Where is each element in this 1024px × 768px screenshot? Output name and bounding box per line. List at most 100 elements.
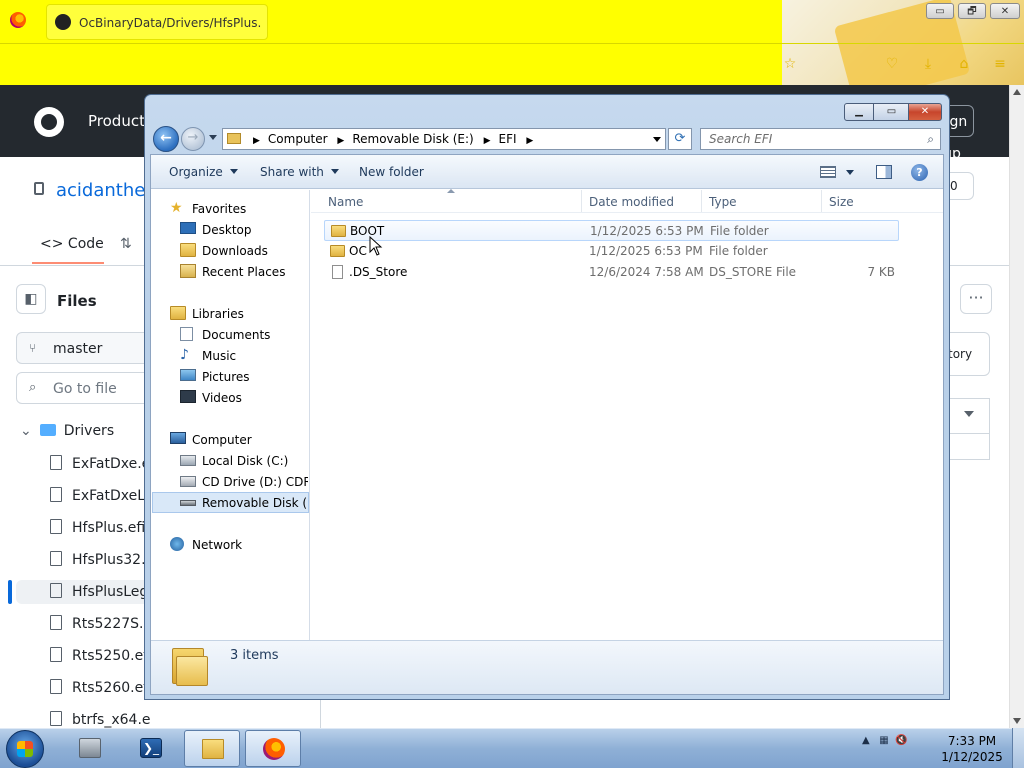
github-logo-icon[interactable] <box>34 107 64 137</box>
file-row[interactable]: OC 1/12/2025 6:53 PM File folder <box>324 241 899 262</box>
scroll-down-icon[interactable] <box>1013 718 1021 724</box>
column-header-name[interactable]: Name <box>328 195 363 209</box>
file-row[interactable]: .DS_Store 12/6/2024 7:58 AM DS_STORE Fil… <box>324 262 899 283</box>
browser-minimize-button[interactable]: ▭ <box>926 3 954 19</box>
taskbar-explorer[interactable] <box>184 730 240 767</box>
nav-removable-disk-e[interactable]: Removable Disk (E:) <box>180 493 308 513</box>
nav-desktop[interactable]: Desktop <box>180 220 308 240</box>
sidebar-toggle-icon[interactable]: ◧ <box>16 284 46 314</box>
tree-file-label: Rts5227S.efi <box>72 616 150 632</box>
nav-videos[interactable]: Videos <box>180 388 308 408</box>
column-header-date[interactable]: Date modified <box>589 195 674 209</box>
organize-button[interactable]: Organize <box>169 165 238 179</box>
start-button[interactable] <box>6 730 44 768</box>
search-icon: ⌕ <box>29 380 37 395</box>
nav-cd-drive-d[interactable]: CD Drive (D:) CDROM <box>180 472 308 492</box>
forward-button[interactable]: → <box>181 127 205 151</box>
column-header-size[interactable]: Size <box>829 195 854 209</box>
nav-network[interactable]: Network <box>170 535 310 555</box>
breadcrumb-removable-disk[interactable]: Removable Disk (E:) <box>352 132 473 146</box>
breadcrumb-separator-icon[interactable]: ▶ <box>526 136 533 146</box>
breadcrumb-separator-icon[interactable]: ▶ <box>337 136 344 146</box>
tree-file[interactable]: HfsPlus.efi <box>50 519 150 536</box>
breadcrumb-computer[interactable]: Computer <box>268 132 328 146</box>
bookmark-star-icon[interactable]: ☆ <box>782 56 798 72</box>
preview-pane-icon[interactable] <box>876 165 892 179</box>
extensions-icon[interactable]: ⌂ <box>956 56 972 72</box>
tree-file[interactable]: btrfs_x64.efi <box>50 711 150 728</box>
new-folder-button[interactable]: New folder <box>359 165 424 179</box>
show-desktop-button[interactable] <box>1012 728 1024 768</box>
browser-tab[interactable]: OcBinaryData/Drivers/HfsPlus. <box>46 4 268 40</box>
tree-file[interactable]: ExFatDxeLeg <box>50 487 150 504</box>
pocket-icon[interactable]: ♡ <box>884 56 900 72</box>
tree-file[interactable]: HfsPlusLega <box>50 583 150 600</box>
nav-libraries[interactable]: Libraries <box>170 304 310 324</box>
breadcrumb-separator-icon[interactable]: ▶ <box>484 136 491 146</box>
nav-local-disk-c[interactable]: Local Disk (C:) <box>180 451 308 471</box>
search-input[interactable]: Search EFI ⌕ <box>700 128 941 150</box>
downloads-icon[interactable]: ⤓ <box>920 56 936 72</box>
nav-downloads[interactable]: Downloads <box>180 241 308 261</box>
taskbar-server-manager[interactable] <box>62 730 118 767</box>
column-separator[interactable] <box>821 190 822 212</box>
nav-label: Recent Places <box>202 265 286 279</box>
column-separator[interactable] <box>701 190 702 212</box>
go-to-file-input[interactable]: ⌕ Go to file <box>16 372 156 404</box>
dropdown-button[interactable] <box>950 398 990 434</box>
menu-icon[interactable]: ≡ <box>992 56 1008 72</box>
nav-pictures[interactable]: Pictures <box>180 367 308 387</box>
close-button[interactable]: ✕ <box>908 103 942 121</box>
nav-recent-places[interactable]: Recent Places <box>180 262 308 282</box>
file-icon <box>50 647 62 662</box>
address-bar[interactable]: ▶ Computer ▶ Removable Disk (E:) ▶ EFI ▶ <box>222 128 666 150</box>
tree-file[interactable]: Rts5227S.efi <box>50 615 150 632</box>
change-view-icon[interactable] <box>820 166 836 178</box>
tree-dir-drivers[interactable]: ⌄ Drivers <box>20 423 114 439</box>
help-icon[interactable]: ? <box>911 164 928 181</box>
taskbar-firefox[interactable] <box>245 730 301 767</box>
chevron-down-icon[interactable] <box>653 137 661 142</box>
breadcrumb-efi[interactable]: EFI <box>498 132 516 146</box>
tree-file[interactable]: Rts5250.efi <box>50 647 150 664</box>
share-with-button[interactable]: Share with <box>260 165 339 179</box>
back-button[interactable]: ← <box>153 126 179 152</box>
nav-favorites[interactable]: ★ Favorites <box>170 199 310 219</box>
product-menu[interactable]: Product <box>88 112 145 130</box>
sidebar-divider <box>320 700 321 728</box>
more-options-button[interactable]: ··· <box>960 284 992 314</box>
tab-code[interactable]: <> Code <box>40 236 104 252</box>
taskbar-powershell[interactable]: ❯_ <box>123 730 179 767</box>
branch-selector[interactable]: ⑂ master <box>16 332 156 364</box>
breadcrumb-separator-icon[interactable]: ▶ <box>253 136 260 146</box>
nav-label: Downloads <box>202 244 268 258</box>
show-hidden-icons-icon[interactable]: ▲ <box>862 735 870 746</box>
page-scrollbar[interactable] <box>1009 85 1024 728</box>
refresh-button[interactable]: ⟳ <box>668 128 692 150</box>
nav-computer[interactable]: Computer <box>170 430 310 450</box>
star-count[interactable]: 0 <box>950 172 974 200</box>
clock[interactable]: 7:33 PM 1/12/2025 <box>940 733 1004 765</box>
browser-maximize-button[interactable]: 🗗 <box>958 3 986 19</box>
file-icon <box>50 583 62 598</box>
file-date: 12/6/2024 7:58 AM <box>589 265 704 279</box>
history-button[interactable]: tory <box>948 332 990 376</box>
column-header-type[interactable]: Type <box>709 195 737 209</box>
nav-music[interactable]: ♪ Music <box>180 346 308 366</box>
repo-owner-link[interactable]: acidanthe <box>56 180 145 201</box>
browser-close-button[interactable]: ✕ <box>990 3 1020 19</box>
maximize-button[interactable]: ▭ <box>874 103 910 121</box>
scroll-up-icon[interactable] <box>1013 89 1021 95</box>
tree-file[interactable]: ExFatDxe.efi <box>50 455 150 472</box>
tree-file[interactable]: Rts5260.efi <box>50 679 150 696</box>
minimize-button[interactable]: ▁ <box>844 103 874 121</box>
chevron-down-icon[interactable] <box>846 170 854 175</box>
file-row[interactable]: BOOT 1/12/2025 6:53 PM File folder <box>324 220 899 241</box>
network-status-icon[interactable]: ▦ <box>879 735 888 746</box>
column-separator[interactable] <box>581 190 582 212</box>
nav-documents[interactable]: Documents <box>180 325 308 345</box>
tree-file[interactable]: HfsPlus32.e <box>50 551 150 568</box>
pull-requests-icon[interactable]: ⇅ <box>120 236 132 252</box>
recent-pages-icon[interactable] <box>209 135 217 140</box>
volume-muted-icon[interactable]: 🔇 <box>895 735 907 746</box>
